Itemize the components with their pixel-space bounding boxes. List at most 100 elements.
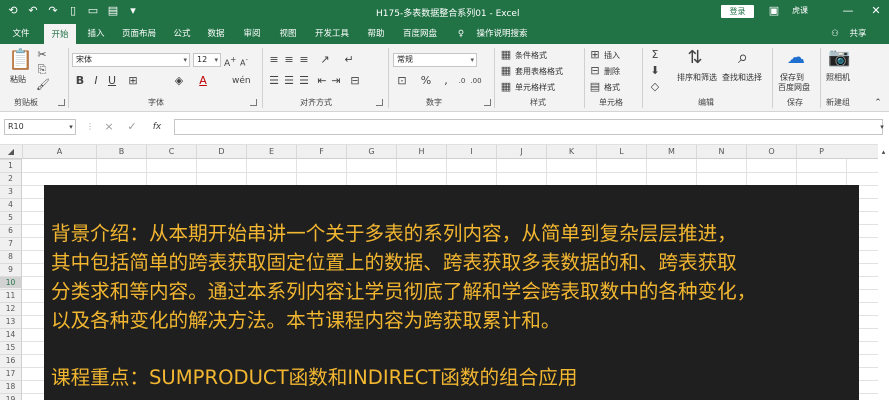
camera-icon[interactable]: 📷 <box>828 48 850 68</box>
bold-button[interactable]: B <box>74 74 86 88</box>
wrap-text-icon[interactable]: ↵ <box>342 53 356 67</box>
percent-button[interactable]: % <box>420 74 432 88</box>
row-header[interactable]: 3 <box>0 185 21 197</box>
column-header[interactable]: H <box>396 145 446 159</box>
cancel-icon[interactable]: × <box>103 120 115 134</box>
column-header[interactable]: O <box>746 145 796 159</box>
row-header[interactable]: 13 <box>0 315 21 327</box>
decrease-decimal-icon[interactable]: .00 <box>470 74 482 88</box>
row-header[interactable]: 8 <box>0 250 21 262</box>
tab-help[interactable]: 帮助 <box>362 24 390 44</box>
column-header[interactable]: C <box>146 145 196 159</box>
cell-styles-button[interactable]: 单元格样式 <box>515 82 555 93</box>
tab-insert[interactable]: 插入 <box>82 24 110 44</box>
column-header[interactable]: E <box>246 145 296 159</box>
row-header[interactable]: 4 <box>0 198 21 210</box>
conditional-format-button[interactable]: 条件格式 <box>515 50 547 61</box>
row-header-selected[interactable]: 10 <box>0 276 21 288</box>
tab-developer[interactable]: 开发工具 <box>310 24 354 44</box>
autosave-icon[interactable]: ⟲ <box>6 4 20 18</box>
number-launcher-icon[interactable] <box>484 99 491 106</box>
font-launcher-icon[interactable] <box>250 99 257 106</box>
align-top-icon[interactable]: ≡ <box>268 53 280 67</box>
column-header[interactable]: K <box>546 145 596 159</box>
row-header[interactable]: 1 <box>0 159 21 171</box>
select-all-corner[interactable]: ◢ <box>0 145 22 159</box>
column-header[interactable]: J <box>496 145 546 159</box>
autosum-icon[interactable]: Σ <box>648 48 662 62</box>
print-icon[interactable]: ▤ <box>106 4 120 18</box>
increase-decimal-icon[interactable]: .0 <box>456 74 468 88</box>
phonetic-icon[interactable]: wén <box>232 74 251 88</box>
chevron-down-icon[interactable]: ▾ <box>66 120 76 134</box>
baidu-netdisk-icon[interactable]: ☁ <box>785 48 807 68</box>
find-select-icon[interactable]: ⌕ <box>732 48 754 68</box>
fill-color-icon[interactable]: ◈ <box>172 74 186 88</box>
enter-icon[interactable]: ✓ <box>126 120 138 134</box>
decrease-font-icon[interactable]: A- <box>238 53 250 71</box>
row-header[interactable]: 12 <box>0 302 21 314</box>
tab-home[interactable]: 开始 <box>44 24 76 44</box>
save-to-baidu-line2[interactable]: 百度网盘 <box>778 82 810 93</box>
paste-label[interactable]: 粘贴 <box>10 74 26 85</box>
sort-filter-icon[interactable]: ⇅ <box>684 48 706 68</box>
column-header[interactable]: L <box>596 145 646 159</box>
format-as-table-button[interactable]: 套用表格格式 <box>515 66 563 77</box>
align-bottom-icon[interactable]: ≡ <box>298 53 310 67</box>
font-color-icon[interactable]: A <box>196 74 210 88</box>
row-header[interactable]: 16 <box>0 354 21 366</box>
tab-file[interactable]: 文件 <box>6 24 36 44</box>
minimize-icon[interactable]: — <box>838 2 858 20</box>
column-header[interactable]: I <box>446 145 496 159</box>
row-header[interactable]: 19 <box>0 393 21 400</box>
number-format-dropdown[interactable]: 常规 ▾ <box>393 53 477 67</box>
borders-icon[interactable]: ⊞ <box>126 74 140 88</box>
expand-formula-icon[interactable]: ▾ <box>877 120 887 134</box>
copy-icon[interactable]: ⎘ <box>36 63 48 77</box>
scroll-up-icon[interactable]: ▴ <box>879 145 888 159</box>
decrease-indent-icon[interactable]: ⇤ <box>316 74 328 88</box>
camera-button[interactable]: 照相机 <box>826 72 850 83</box>
column-header[interactable]: M <box>646 145 696 159</box>
tab-data[interactable]: 数据 <box>202 24 230 44</box>
row-header[interactable]: 6 <box>0 224 21 236</box>
share-button[interactable]: 共享 <box>843 24 873 44</box>
align-right-icon[interactable]: ☰ <box>298 74 310 88</box>
row-header[interactable]: 5 <box>0 211 21 223</box>
format-button[interactable]: 格式 <box>604 82 620 93</box>
row-header[interactable]: 18 <box>0 380 21 392</box>
sort-filter-button[interactable]: 排序和筛选 <box>677 72 717 83</box>
row-header[interactable]: 9 <box>0 263 21 275</box>
align-middle-icon[interactable]: ≡ <box>283 53 295 67</box>
increase-font-icon[interactable]: A+ <box>224 53 236 71</box>
new-file-icon[interactable]: ▯ <box>66 4 80 18</box>
row-header[interactable]: 11 <box>0 289 21 301</box>
font-name-dropdown[interactable]: 宋体 ▾ <box>72 53 190 67</box>
find-select-button[interactable]: 查找和选择 <box>722 72 762 83</box>
tab-page-layout[interactable]: 页面布局 <box>116 24 162 44</box>
cut-icon[interactable]: ✂ <box>36 48 48 62</box>
open-file-icon[interactable]: ▭ <box>86 4 100 18</box>
tab-view[interactable]: 视图 <box>274 24 302 44</box>
underline-button[interactable]: U <box>106 74 118 88</box>
vertical-scrollbar[interactable]: ▴ <box>878 144 889 400</box>
undo-icon[interactable]: ↶ <box>26 4 40 18</box>
clear-icon[interactable]: ◇ <box>648 80 662 94</box>
font-size-dropdown[interactable]: 12 ▾ <box>193 53 221 67</box>
italic-button[interactable]: I <box>90 74 102 88</box>
delete-button[interactable]: 删除 <box>604 66 620 77</box>
align-left-icon[interactable]: ☰ <box>268 74 280 88</box>
tab-formulas[interactable]: 公式 <box>168 24 196 44</box>
column-header[interactable]: G <box>346 145 396 159</box>
align-center-icon[interactable]: ☰ <box>283 74 295 88</box>
increase-indent-icon[interactable]: ⇥ <box>330 74 342 88</box>
row-header[interactable]: 14 <box>0 328 21 340</box>
format-painter-icon[interactable]: 🖌 <box>36 78 50 92</box>
row-header[interactable]: 17 <box>0 367 21 379</box>
insert-button[interactable]: 插入 <box>604 50 620 61</box>
formula-input[interactable] <box>174 119 883 135</box>
collapse-ribbon-icon[interactable]: ⌃ <box>872 96 884 110</box>
column-header[interactable]: A <box>22 145 96 159</box>
paste-icon[interactable]: 📋 <box>8 48 33 70</box>
tab-review[interactable]: 审阅 <box>238 24 266 44</box>
